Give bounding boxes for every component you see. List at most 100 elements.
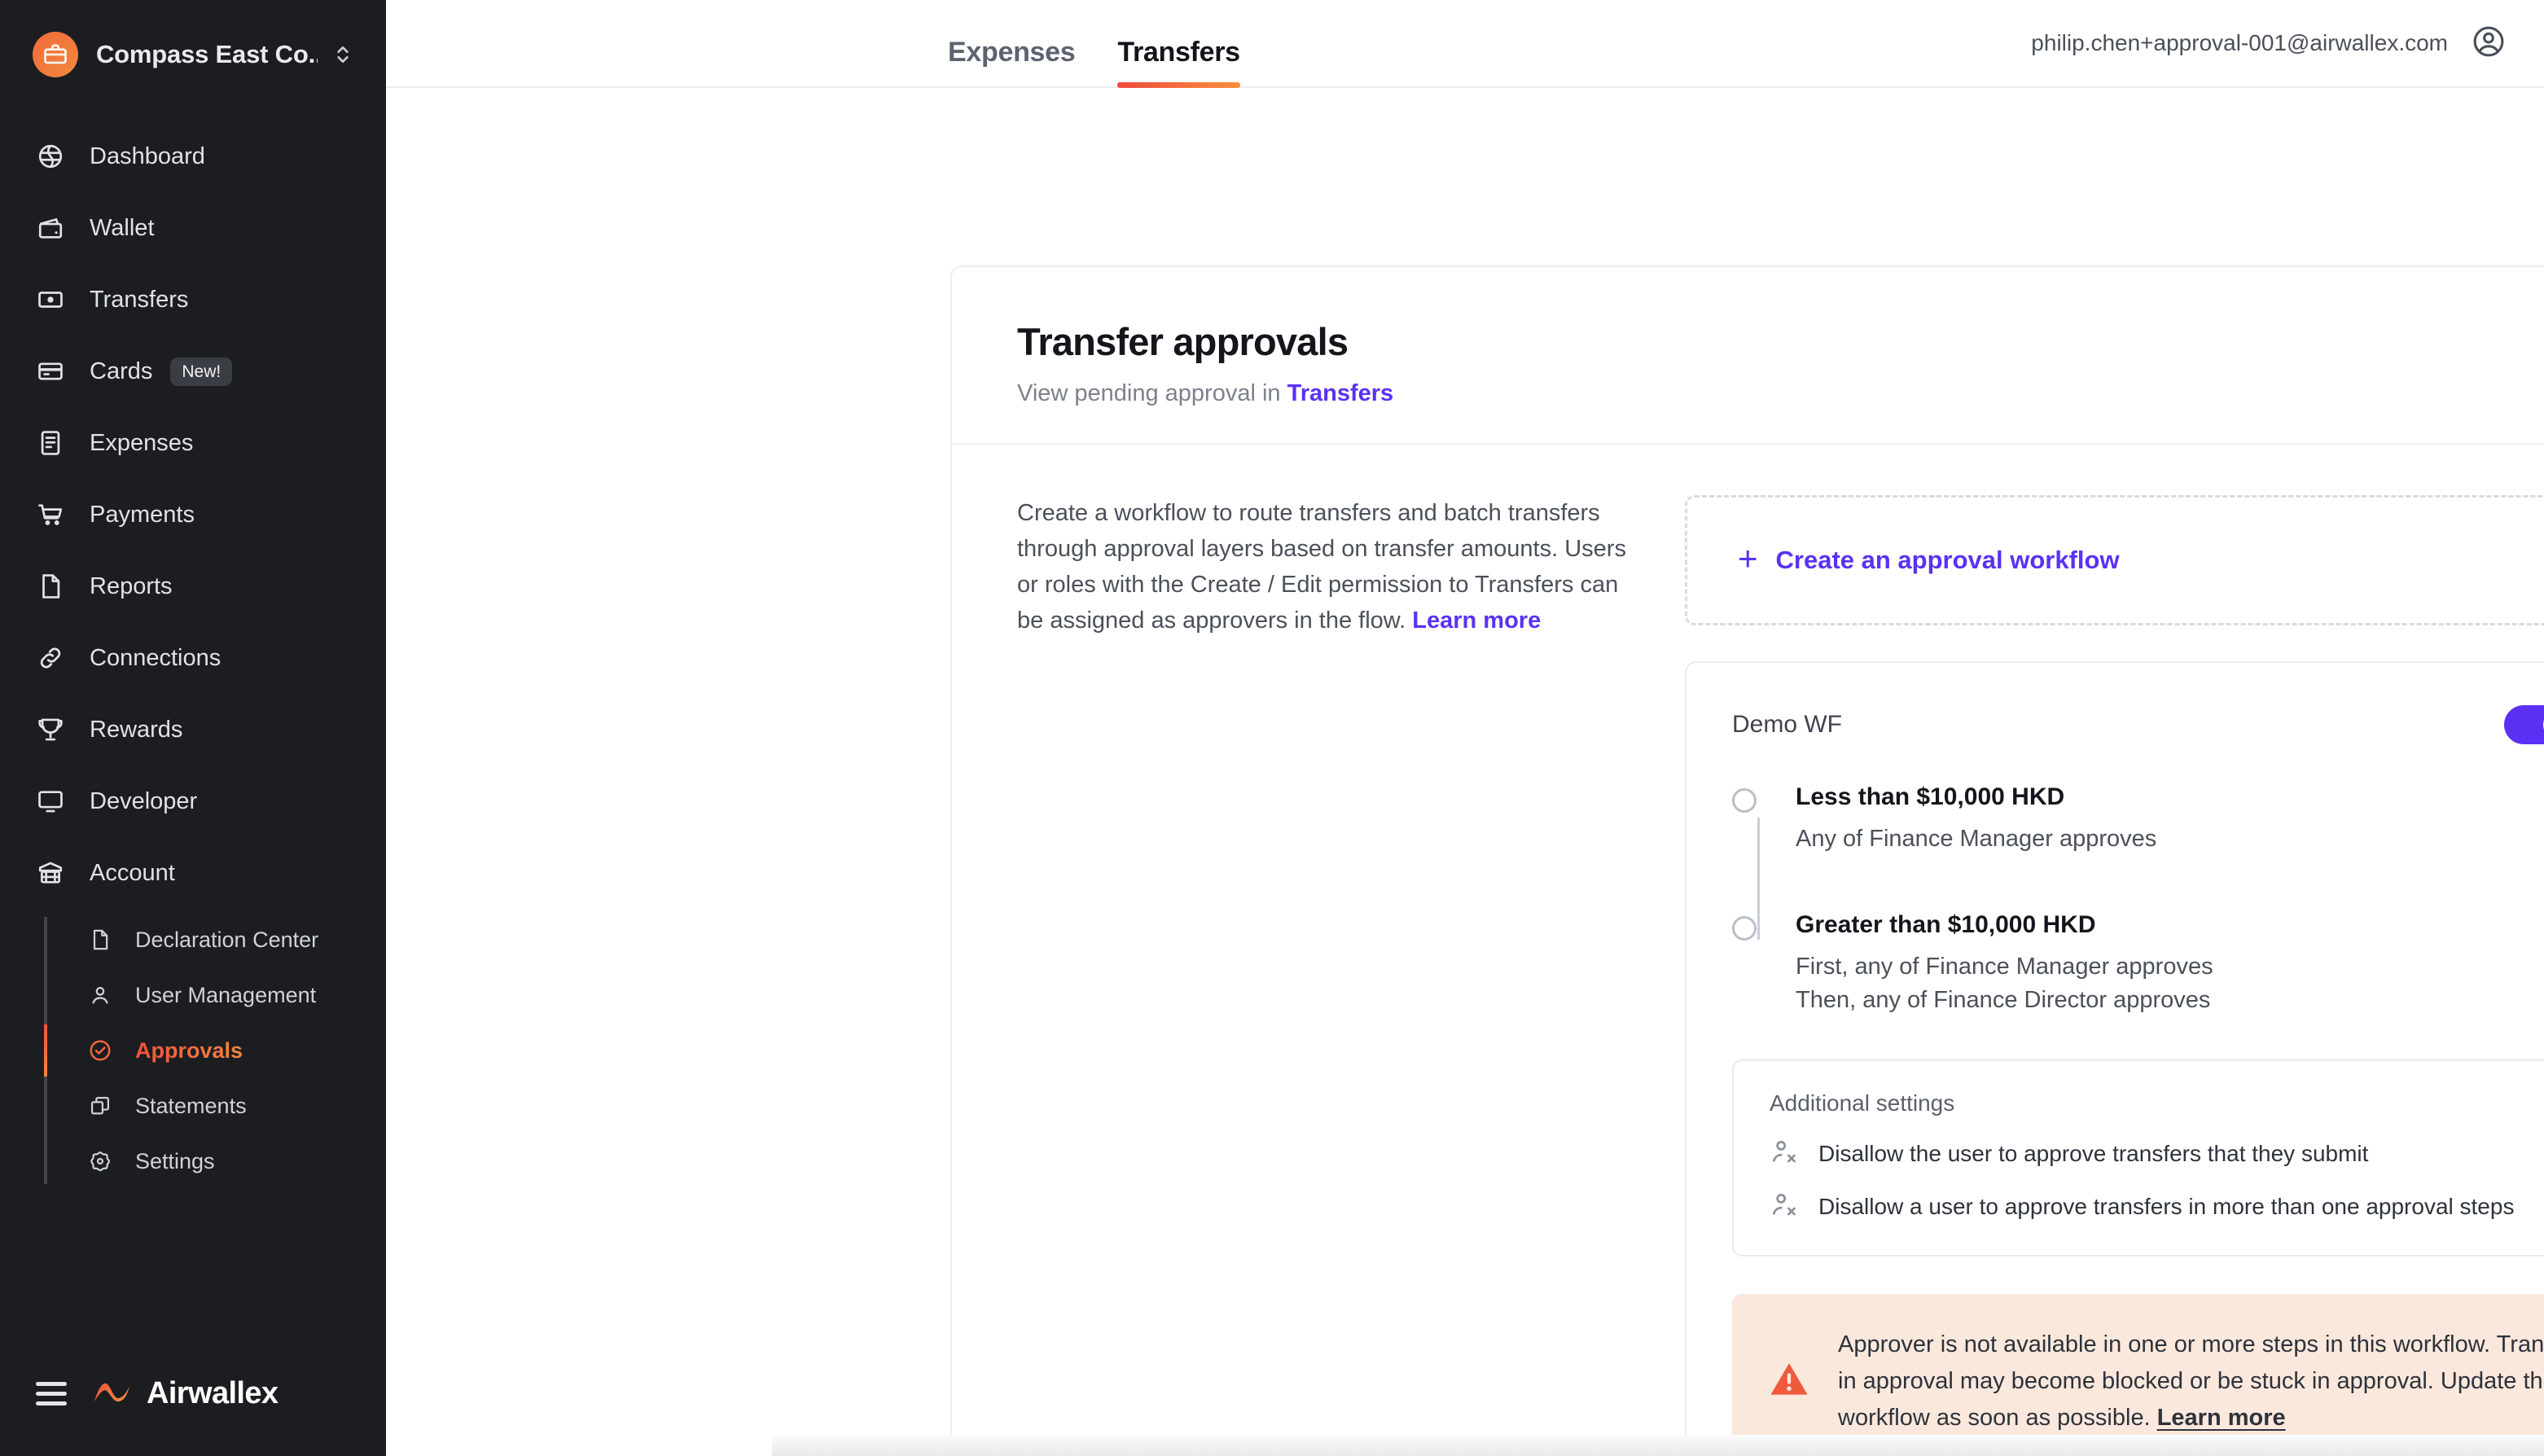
step-detail: Any of Finance Manager approves <box>1796 826 2157 852</box>
sidebar-item-label: Developer <box>90 787 198 814</box>
main-area: Expenses Transfers philip.chen+approval-… <box>386 0 2544 1456</box>
alert-message: Approver is not available in one or more… <box>1838 1327 2544 1437</box>
dashboard-globe-icon <box>34 140 67 173</box>
topbar-user: philip.chen+approval-001@airwallex.com <box>2031 0 2507 86</box>
sidebar-subitem-label: Statements <box>135 1093 247 1118</box>
sidebar: Compass East Co... Dashboard Wallet Tran… <box>0 0 386 1456</box>
workflow-description: Create a workflow to route transfers and… <box>1017 495 1636 638</box>
sidebar-item-payments[interactable]: Payments <box>0 479 386 550</box>
sidebar-item-user-management[interactable]: User Management <box>44 967 386 1023</box>
approver-warning-alert: Approver is not available in one or more… <box>1732 1294 2544 1456</box>
sidebar-item-label: Transfers <box>90 286 189 313</box>
content-area: Transfer approvals View pending approval… <box>386 88 2544 1456</box>
airwallex-brand: Airwallex <box>91 1375 279 1412</box>
tab-transfers[interactable]: Transfers <box>1117 37 1241 88</box>
sidebar-item-label: Reports <box>90 572 173 599</box>
org-name: Compass East Co... <box>96 40 318 68</box>
approval-step: Greater than $10,000 HKD First, any of F… <box>1732 911 2544 1014</box>
additional-setting-row: Disallow a user to approve transfers in … <box>1770 1191 2544 1222</box>
wallet-icon <box>34 212 67 244</box>
cards-new-badge: New! <box>170 357 233 386</box>
page-subtitle-text: View pending approval in <box>1017 380 1287 406</box>
create-workflow-label: Create an approval workflow <box>1775 546 2120 574</box>
brand-name: Airwallex <box>147 1376 279 1410</box>
topbar-tabs: Expenses Transfers <box>948 0 1241 88</box>
account-subnav: Declaration Center User Management Appro… <box>0 912 386 1189</box>
workflow-column: + Create an approval workflow Demo WF Le… <box>1685 495 2544 1456</box>
additional-setting-label: Disallow a user to approve transfers in … <box>1818 1193 2515 1219</box>
monitor-icon <box>34 785 67 818</box>
org-switcher[interactable]: Compass East Co... <box>0 0 386 90</box>
sidebar-item-label: Payments <box>90 501 195 528</box>
check-circle-icon <box>86 1037 114 1064</box>
approval-steps: Less than $10,000 HKD Any of Finance Man… <box>1732 783 2544 1014</box>
additional-settings-title: Additional settings <box>1770 1090 1955 1116</box>
sidebar-item-approvals[interactable]: Approvals <box>44 1023 386 1078</box>
sidebar-item-label: Cards <box>90 357 153 384</box>
sidebar-item-expenses[interactable]: Expenses <box>0 407 386 479</box>
horizontal-scrollbar[interactable] <box>772 1435 2544 1456</box>
workflow-card: Demo WF Less than $10,000 HKD Any of Fin… <box>1685 661 2544 1456</box>
chevron-updown-icon[interactable] <box>332 42 353 67</box>
sidebar-item-label: Expenses <box>90 429 194 456</box>
page-title: Transfer approvals <box>1017 320 1349 363</box>
step-bullet-icon <box>1732 916 1757 941</box>
app-root: Compass East Co... Dashboard Wallet Tran… <box>0 0 2544 1456</box>
link-icon <box>34 642 67 674</box>
sidebar-footer: Airwallex <box>0 1375 386 1456</box>
document-icon <box>34 570 67 603</box>
sidebar-item-developer[interactable]: Developer <box>0 765 386 837</box>
briefcase-icon <box>33 32 78 77</box>
transfer-approvals-card: Transfer approvals View pending approval… <box>950 265 2544 1456</box>
sidebar-item-connections[interactable]: Connections <box>0 622 386 694</box>
sidebar-item-dashboard[interactable]: Dashboard <box>0 121 386 192</box>
sidebar-nav: Dashboard Wallet Transfers Cards New! Ex… <box>0 121 386 1375</box>
sidebar-item-transfers[interactable]: Transfers <box>0 264 386 335</box>
page-card-header: Transfer approvals View pending approval… <box>952 267 2544 445</box>
page-card-body: Create a workflow to route transfers and… <box>952 445 2544 1456</box>
account-circle-icon[interactable] <box>2471 24 2507 64</box>
workflow-name: Demo WF <box>1732 711 1842 738</box>
step-title: Greater than $10,000 HKD <box>1796 911 2096 938</box>
sidebar-subitem-label: Approvals <box>135 1037 243 1063</box>
user-icon <box>86 981 114 1009</box>
sidebar-item-label: Dashboard <box>90 143 205 169</box>
step-detail: Then, any of Finance Director approves <box>1796 987 2211 1013</box>
airwallex-logomark <box>91 1375 134 1412</box>
sidebar-item-rewards[interactable]: Rewards <box>0 694 386 765</box>
sidebar-item-statements[interactable]: Statements <box>44 1078 386 1134</box>
tab-expenses[interactable]: Expenses <box>948 37 1076 86</box>
alert-learn-more-link[interactable]: Learn more <box>2157 1405 2286 1431</box>
learn-more-link[interactable]: Learn more <box>1412 607 1541 634</box>
workflow-enabled-toggle[interactable] <box>2504 705 2544 744</box>
warning-triangle-icon <box>1768 1358 1810 1405</box>
sidebar-item-declaration-center[interactable]: Declaration Center <box>44 912 386 967</box>
sidebar-item-settings[interactable]: Settings <box>44 1134 386 1189</box>
sidebar-item-reports[interactable]: Reports <box>0 550 386 622</box>
step-bullet-icon <box>1732 788 1757 813</box>
gear-icon <box>86 1147 114 1175</box>
sidebar-item-wallet[interactable]: Wallet <box>0 192 386 264</box>
document-icon <box>86 926 114 954</box>
sidebar-item-account[interactable]: Account <box>0 837 386 909</box>
sidebar-item-cards[interactable]: Cards New! <box>0 335 386 407</box>
sidebar-item-label: Connections <box>90 644 222 671</box>
receipt-icon <box>34 427 67 459</box>
additional-setting-label: Disallow the user to approve transfers t… <box>1818 1140 2369 1166</box>
sidebar-item-label: Wallet <box>90 214 155 241</box>
banknote-icon <box>34 283 67 316</box>
transfers-link[interactable]: Transfers <box>1287 380 1394 406</box>
bank-icon <box>34 857 67 889</box>
user-email: philip.chen+approval-001@airwallex.com <box>2031 30 2448 55</box>
step-title: Less than $10,000 HKD <box>1796 783 2065 810</box>
create-approval-workflow-button[interactable]: + Create an approval workflow <box>1685 495 2544 625</box>
additional-settings-box: Additional settings Disallow the user to… <box>1732 1059 2544 1256</box>
hamburger-icon[interactable] <box>36 1382 67 1406</box>
plus-icon: + <box>1738 539 1758 577</box>
page-subtitle: View pending approval in Transfers <box>1017 380 2544 407</box>
additional-setting-row: Disallow the user to approve transfers t… <box>1770 1138 2544 1169</box>
sidebar-subitem-label: Settings <box>135 1148 215 1173</box>
card-icon <box>34 355 67 388</box>
sidebar-item-label: Account <box>90 859 175 886</box>
user-x-icon <box>1770 1138 1797 1169</box>
